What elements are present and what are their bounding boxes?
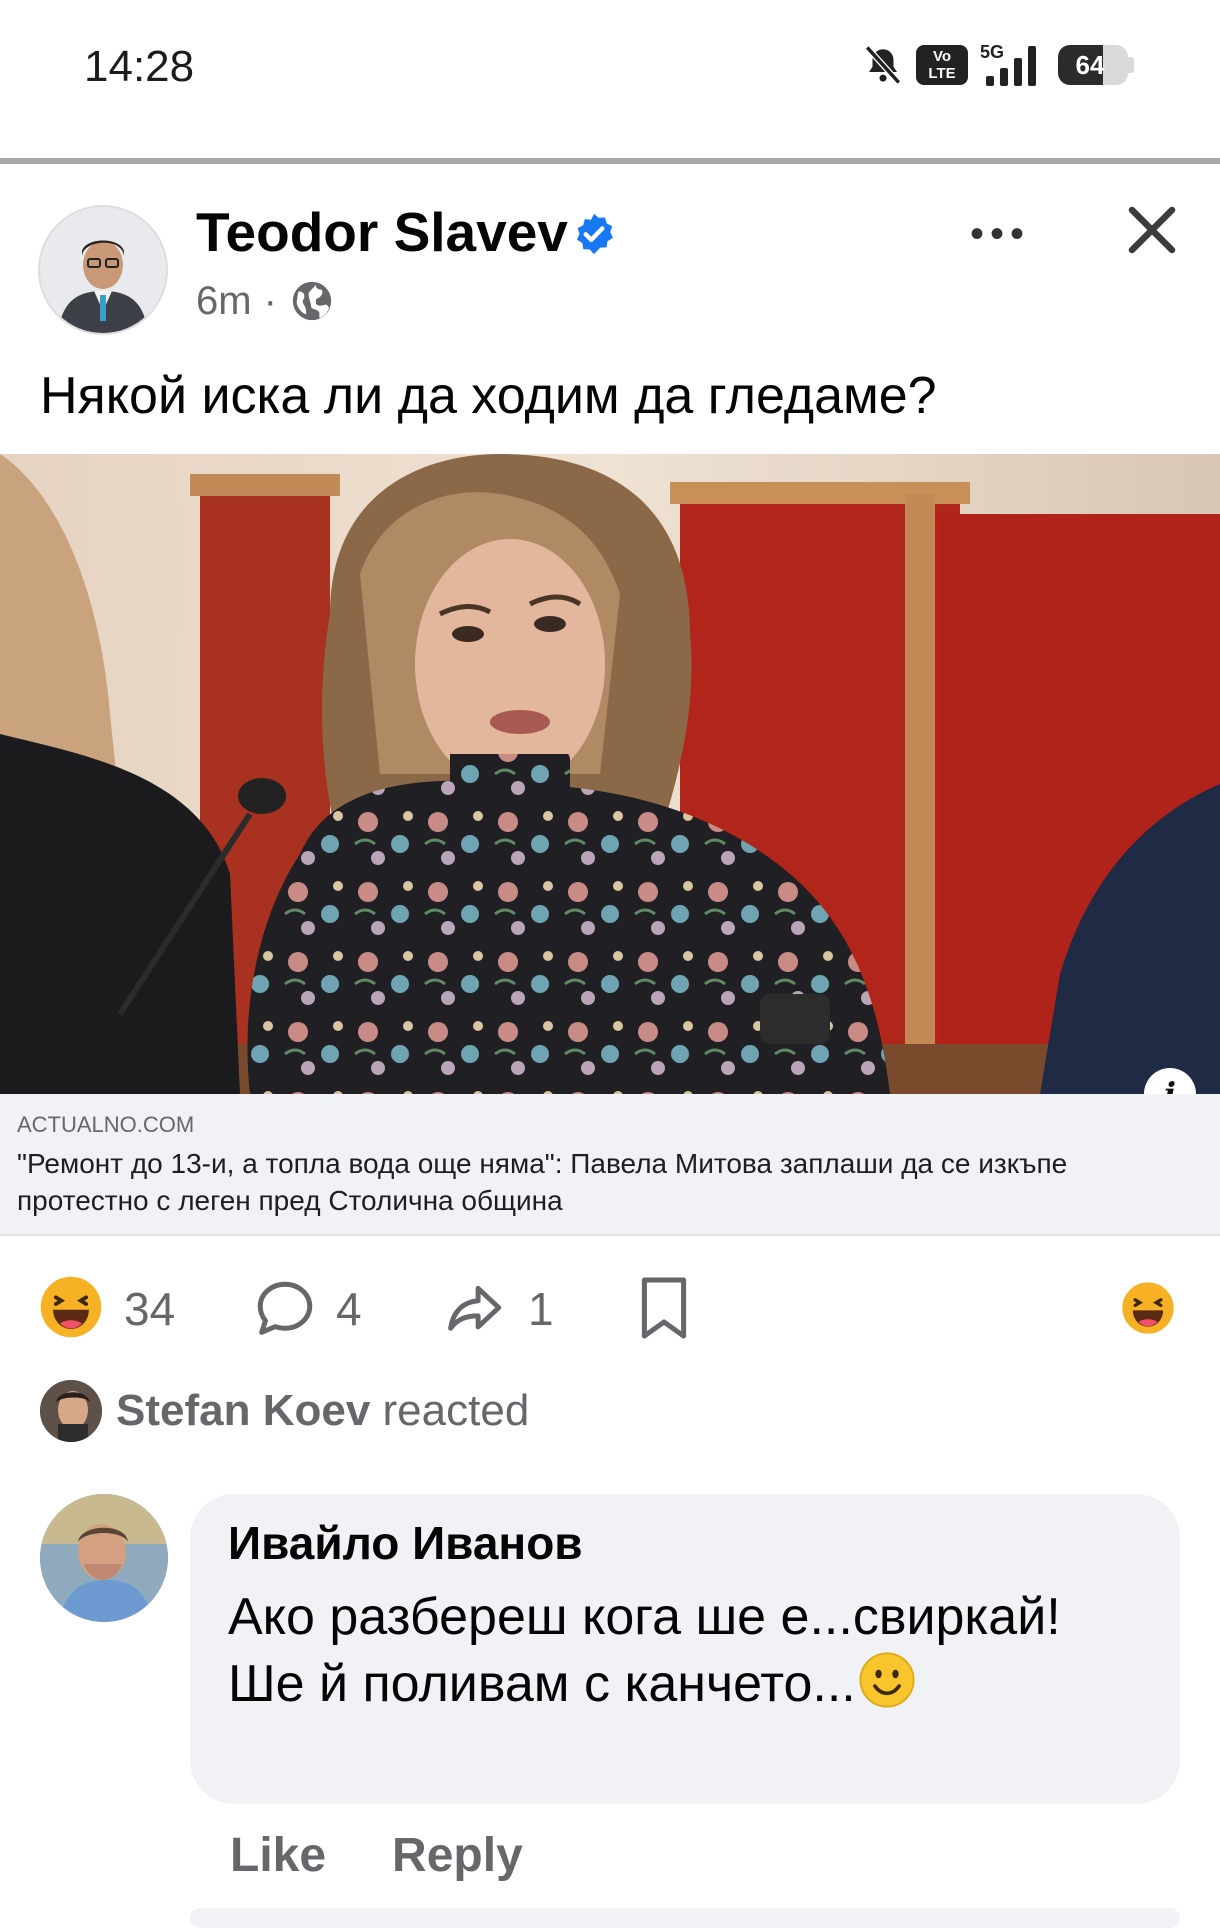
post-action-row: 34 4 1	[0, 1262, 1220, 1352]
bell-muted-icon	[864, 45, 902, 85]
verified-badge-icon	[576, 213, 613, 255]
comment-author[interactable]: Ивайло Иванов	[228, 1516, 583, 1570]
battery-tip	[1128, 57, 1134, 73]
reacted-row: Stefan Koev reacted	[40, 1380, 529, 1442]
author-name[interactable]: Teodor Slavev	[196, 200, 568, 264]
globe-icon	[292, 281, 332, 321]
network-type: 5G	[980, 42, 1005, 62]
commenter-avatar[interactable]	[40, 1494, 168, 1622]
status-time: 14:28	[84, 42, 195, 91]
bookmark-icon[interactable]	[636, 1274, 692, 1342]
smiley-icon	[859, 1652, 915, 1708]
link-preview-image[interactable]	[0, 454, 1220, 1094]
post-time[interactable]: 6m	[196, 279, 252, 324]
share-count[interactable]: 1	[528, 1282, 554, 1336]
status-icons: Vo LTE 5G 64	[862, 40, 1134, 90]
comment-text: Ако разбереш кога ше е...свиркай! Ше й п…	[228, 1584, 1128, 1718]
close-icon[interactable]	[1122, 200, 1182, 260]
comment-like-button[interactable]: Like	[230, 1828, 326, 1883]
post-meta: 6m ·	[196, 278, 335, 324]
more-options-button[interactable]: •••	[970, 212, 1030, 257]
react-haha-button-icon[interactable]	[1120, 1280, 1176, 1336]
signal-icon: 5G	[980, 42, 1046, 88]
reactor-avatar[interactable]	[40, 1380, 102, 1442]
volte-icon: Vo LTE	[916, 45, 968, 85]
author-avatar[interactable]	[38, 205, 168, 335]
link-title[interactable]: "Ремонт до 13-и, а топла вода още няма":…	[17, 1145, 1187, 1219]
haha-reaction-icon[interactable]	[38, 1274, 104, 1340]
next-comment-bubble	[190, 1908, 1180, 1928]
meta-separator: ·	[263, 278, 277, 323]
top-divider	[0, 158, 1220, 164]
link-domain: ACTUALNO.COM	[17, 1112, 195, 1137]
comment-count[interactable]: 4	[336, 1282, 362, 1336]
reactor-name[interactable]: Stefan Koev	[116, 1386, 370, 1435]
comment-reply-button[interactable]: Reply	[392, 1828, 523, 1883]
share-icon[interactable]	[440, 1276, 508, 1342]
comment-body: Ако разбереш кога ше е...свиркай! Ше й п…	[228, 1588, 1061, 1713]
battery-icon: 64	[1058, 45, 1128, 85]
post-text: Някой иска ли да ходим да гледаме?	[40, 367, 937, 425]
comment-icon[interactable]	[252, 1276, 318, 1342]
reaction-count[interactable]: 34	[124, 1282, 175, 1336]
reacted-verb: reacted	[382, 1386, 530, 1435]
battery-label: 64	[1075, 50, 1105, 80]
comment-actions: Like Reply	[230, 1828, 523, 1883]
